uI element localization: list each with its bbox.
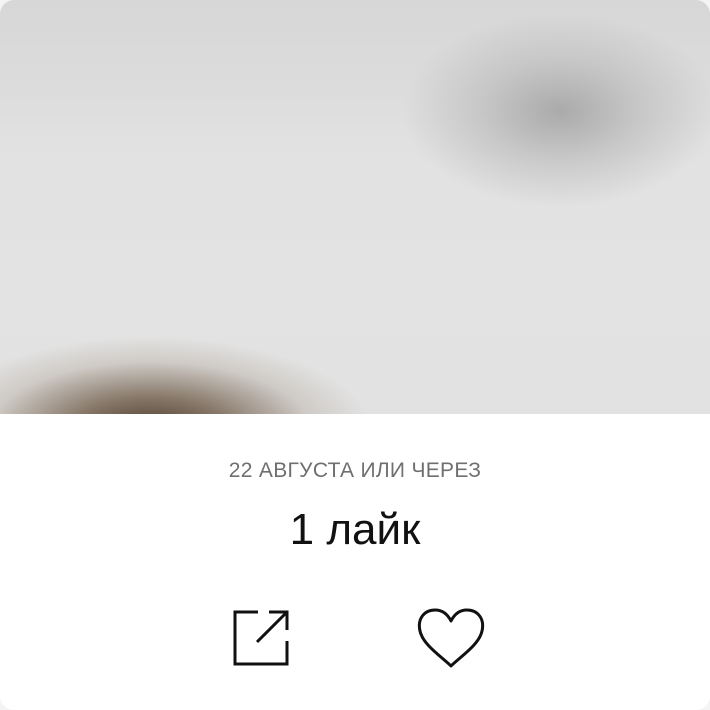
share-icon: [230, 607, 292, 669]
post-card: 22 АВГУСТА ИЛИ ЧЕРЕЗ 1 лайк: [0, 0, 710, 710]
like-button[interactable]: [411, 600, 491, 676]
post-image[interactable]: [0, 0, 710, 414]
heart-icon: [415, 606, 487, 670]
share-button[interactable]: [221, 600, 301, 676]
post-date: 22 АВГУСТА ИЛИ ЧЕРЕЗ: [228, 459, 482, 482]
like-count[interactable]: 1 лайк: [0, 505, 710, 555]
